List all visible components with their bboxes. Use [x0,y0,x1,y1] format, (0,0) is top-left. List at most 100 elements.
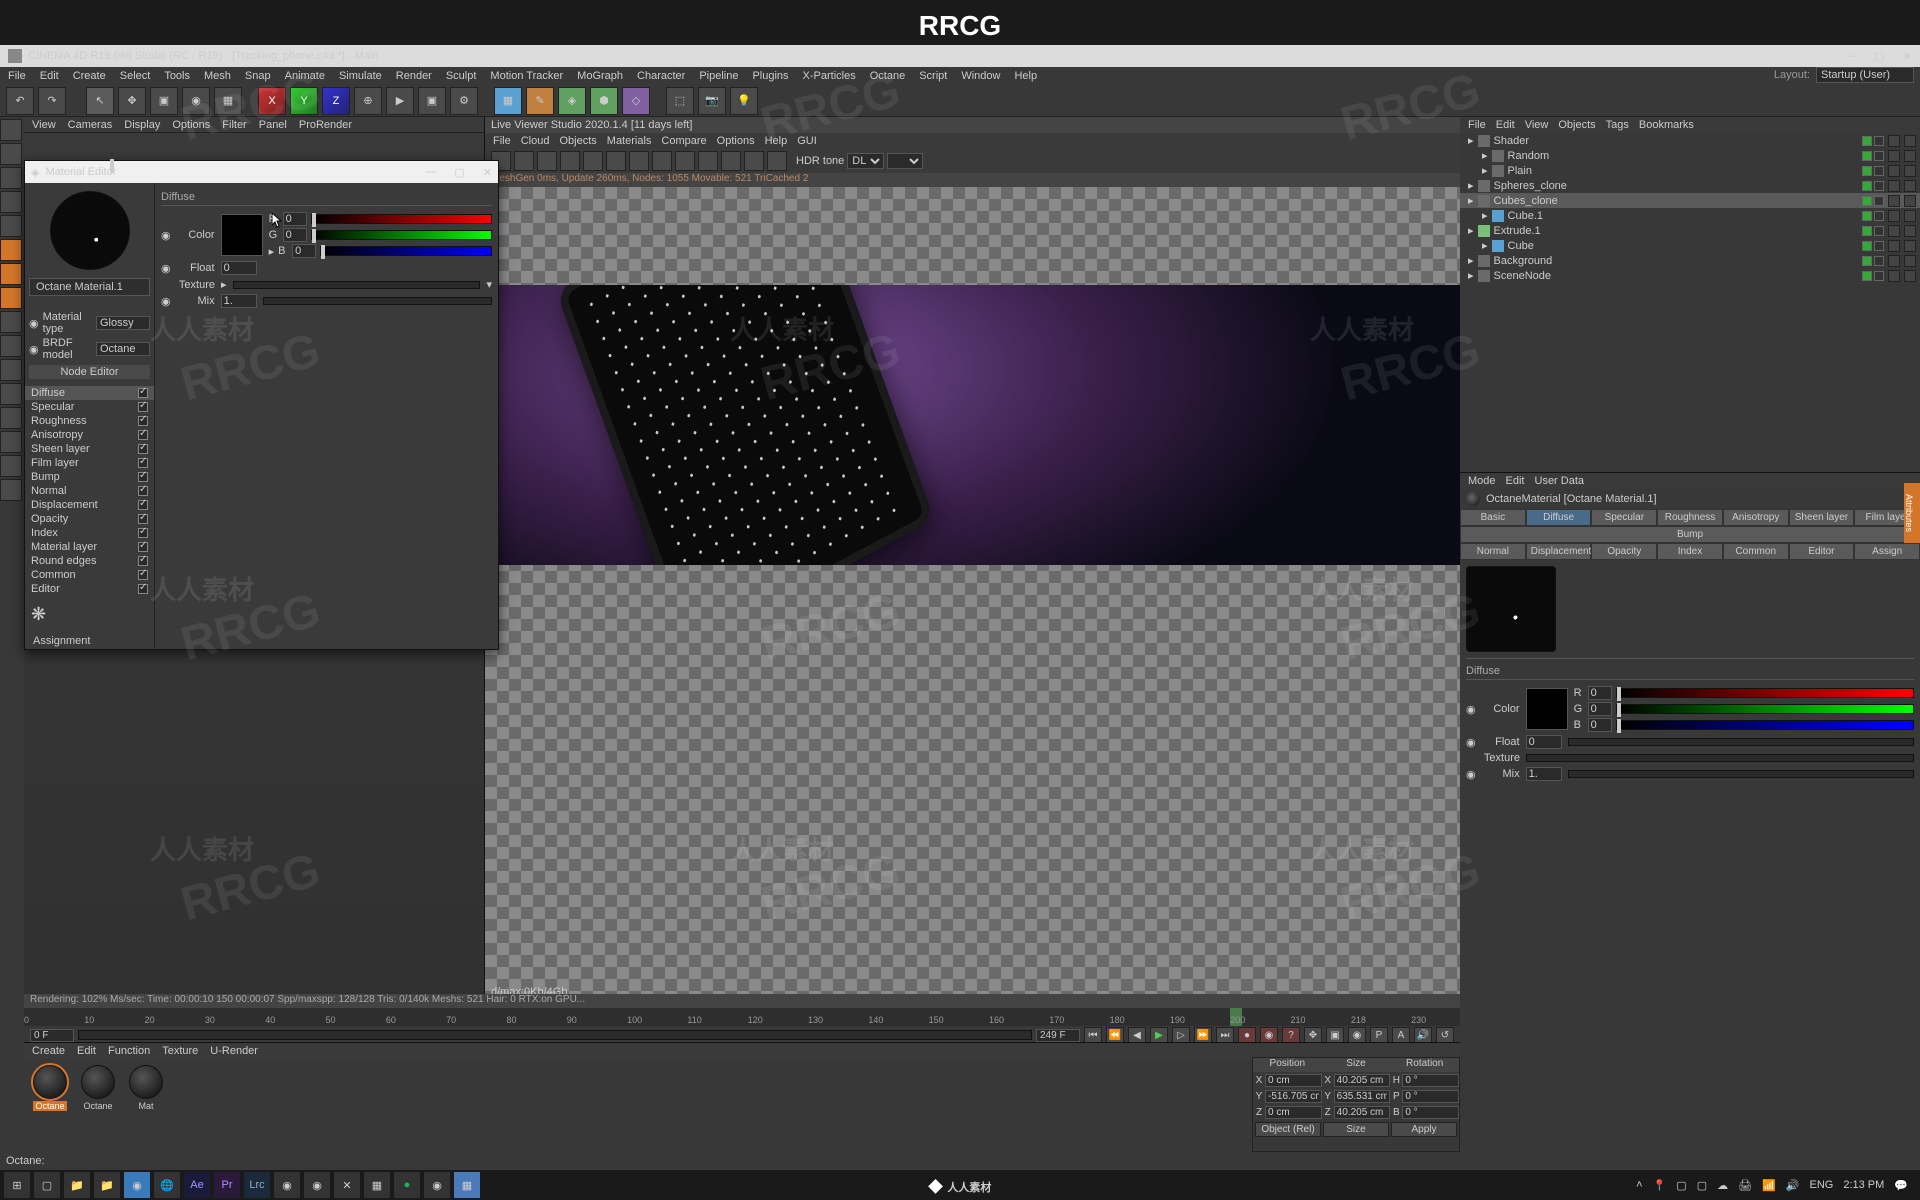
snap-icon[interactable] [0,407,22,429]
menu-tools[interactable]: Tools [164,70,190,82]
r-input[interactable]: 0 [1588,686,1612,700]
g-slider[interactable] [311,230,492,240]
minimize-icon[interactable]: — [425,166,436,179]
tree-item-background[interactable]: ▸Background [1460,253,1920,268]
menu-prorender[interactable]: ProRender [299,119,352,131]
lv-pause-icon[interactable] [514,151,534,171]
lv-ao-icon[interactable] [721,151,741,171]
hdr-select[interactable]: DL [847,153,884,169]
timeline-scrollbar[interactable] [78,1030,1032,1040]
next-frame-icon[interactable]: ▷ [1172,1027,1190,1043]
coord-mode-select[interactable]: Object (Rel) [1255,1122,1321,1137]
timeline-end[interactable]: 249 F [1036,1029,1080,1042]
live-viewer-canvas[interactable]: d/max:0Kb/4Gb Rgb32/64: 1/0 Vram: 1.403G… [485,187,1460,1024]
app-icon[interactable]: ◉ [274,1172,300,1198]
play-icon[interactable]: ▶ [1150,1027,1168,1043]
channel-opacity[interactable]: Opacity [25,512,154,526]
pla-key-icon[interactable]: A [1392,1027,1410,1043]
assignment-label[interactable]: Assignment [25,633,154,649]
timeline-start[interactable]: 0 F [30,1029,74,1042]
tree-item-plain[interactable]: ▸Plain [1460,163,1920,178]
render-settings[interactable]: ⚙ [450,87,478,115]
deformer-icon[interactable]: ◇ [622,87,650,115]
lv-alpha-icon[interactable] [744,151,764,171]
menu-mesh[interactable]: Mesh [204,70,231,82]
rot-x[interactable] [1402,1074,1459,1087]
tab-roughness[interactable]: Roughness [1657,509,1723,526]
menu-gui[interactable]: GUI [797,135,817,147]
close-icon[interactable]: ✕ [483,166,492,179]
axis-y[interactable]: Y [290,87,318,115]
loop-icon[interactable]: ↺ [1436,1027,1454,1043]
tree-item-extrude-1[interactable]: ▸Extrude.1 [1460,223,1920,238]
tree-item-spheres_clone[interactable]: ▸Spheres_clone [1460,178,1920,193]
lrc-icon[interactable]: Lrc [244,1172,270,1198]
menu-edit[interactable]: Edit [1496,119,1515,131]
live-select-icon[interactable] [0,119,22,141]
tab-anisotropy[interactable]: Anisotropy [1723,509,1789,526]
keyframe-icon[interactable]: ? [1282,1027,1300,1043]
lv-clay-icon[interactable] [698,151,718,171]
app-icon[interactable]: ✕ [334,1172,360,1198]
channel-specular[interactable]: Specular [25,400,154,414]
next-key-icon[interactable]: ⏩ [1194,1027,1212,1043]
light-icon[interactable]: 💡 [730,87,758,115]
scale-tool[interactable]: ▣ [150,87,178,115]
edge-mode-icon[interactable] [0,239,22,261]
timeline-ruler[interactable]: 0102030405060708090100110120130140150160… [24,1008,1460,1026]
app-icon[interactable]: ▦ [364,1172,390,1198]
channel-diffuse[interactable]: Diffuse [25,386,154,400]
lang-indicator[interactable]: ENG [1809,1179,1833,1191]
model-mode-icon[interactable] [0,143,22,165]
rot-y[interactable] [1402,1090,1459,1103]
lv-pick-icon[interactable] [560,151,580,171]
tab-editor[interactable]: Editor [1789,543,1855,560]
material-editor-titlebar[interactable]: ◈ Material Editor — ▢ ✕ [25,161,498,183]
render-region[interactable]: ▣ [418,87,446,115]
nurbs-icon[interactable]: ◈ [558,87,586,115]
menu-compare[interactable]: Compare [661,135,706,147]
generator-icon[interactable]: ⬢ [590,87,618,115]
color-swatch[interactable] [1526,688,1568,730]
menu-select[interactable]: Select [120,70,151,82]
channel-displacement[interactable]: Displacement [25,498,154,512]
menu-file[interactable]: File [493,135,511,147]
texture-arrow-icon[interactable]: ▸ [221,278,227,291]
undo-button[interactable]: ↶ [6,87,34,115]
lv-settings-icon[interactable] [767,151,787,171]
b-input[interactable]: 0 [292,244,316,258]
menu-edit[interactable]: Edit [40,70,59,82]
texture-browse-icon[interactable]: ▾ [486,278,492,291]
world-button[interactable]: ⊕ [354,87,382,115]
menu-objects[interactable]: Objects [1558,119,1595,131]
mix-slider[interactable] [1568,770,1914,778]
menu-simulate[interactable]: Simulate [339,70,382,82]
channel-roughness[interactable]: Roughness [25,414,154,428]
maximize-icon[interactable]: ▢ [1874,50,1884,63]
channel-film-layer[interactable]: Film layer [25,456,154,470]
tab-sheen-layer[interactable]: Sheen layer [1789,509,1855,526]
point-mode-icon[interactable] [0,215,22,237]
tab-diffuse[interactable]: Diffuse [1526,509,1592,526]
menu-file[interactable]: File [8,70,26,82]
workplane-snap-icon[interactable] [0,431,22,453]
tweak-icon[interactable] [0,335,22,357]
tree-item-scenenode[interactable]: ▸SceneNode [1460,268,1920,283]
tab-specular[interactable]: Specular [1591,509,1657,526]
channel-sheen-layer[interactable]: Sheen layer [25,442,154,456]
channel-bump[interactable]: Bump [25,470,154,484]
ae-icon[interactable]: Ae [184,1172,210,1198]
lv-ab-icon[interactable] [652,151,672,171]
g-slider[interactable] [1616,704,1914,714]
menu-help[interactable]: Help [765,135,788,147]
cube-icon[interactable]: ▦ [494,87,522,115]
last-tool[interactable]: ▦ [214,87,242,115]
app-icon[interactable]: ◉ [304,1172,330,1198]
lv-focus-icon[interactable] [629,151,649,171]
menu-help[interactable]: Help [1014,70,1037,82]
menu-tags[interactable]: Tags [1606,119,1629,131]
menu-options[interactable]: Options [717,135,755,147]
workplane-icon[interactable] [0,191,22,213]
menu-panel[interactable]: Panel [259,119,287,131]
explorer-icon[interactable]: 📁 [94,1172,120,1198]
